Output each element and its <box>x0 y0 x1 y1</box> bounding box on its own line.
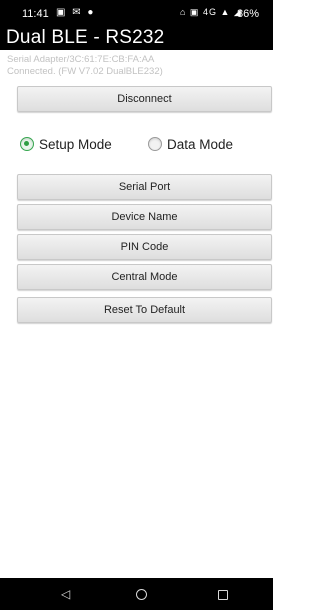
signal-icons: ⌂ ▣ 4G ▲ ◢ <box>180 7 242 17</box>
radio-checked-icon <box>20 137 34 151</box>
radio-unchecked-icon <box>148 137 162 151</box>
app-header: Dual BLE - RS232 <box>0 26 273 50</box>
setup-mode-label: Setup Mode <box>39 136 112 152</box>
battery-indicator: 86% <box>237 8 260 20</box>
pin-code-button[interactable]: PIN Code <box>17 234 272 260</box>
device-name-button[interactable]: Device Name <box>17 204 272 230</box>
mode-radio-group: Setup Mode Data Mode <box>0 132 273 156</box>
setup-mode-radio[interactable]: Setup Mode <box>20 132 112 156</box>
notification-icons: ▣ ✉ ● <box>56 7 96 18</box>
device-address: Serial Adapter/3C:61:7E:CB:FA:AA <box>7 54 155 65</box>
reset-to-default-button[interactable]: Reset To Default <box>17 297 272 323</box>
status-bar: 11:41 ▣ ✉ ● ⌂ ▣ 4G ▲ ◢ 86% <box>0 0 273 26</box>
status-time: 11:41 <box>22 8 49 20</box>
recent-apps-icon[interactable] <box>218 578 228 610</box>
serial-port-button[interactable]: Serial Port <box>17 174 272 200</box>
central-mode-button[interactable]: Central Mode <box>17 264 272 290</box>
connection-status: Connected. (FW V7.02 DualBLE232) <box>7 66 163 77</box>
page-title: Dual BLE - RS232 <box>6 27 165 48</box>
home-icon[interactable] <box>136 578 147 610</box>
data-mode-radio[interactable]: Data Mode <box>148 132 233 156</box>
data-mode-label: Data Mode <box>167 136 234 152</box>
back-icon[interactable]: ◁ <box>61 578 70 610</box>
disconnect-button[interactable]: Disconnect <box>17 86 272 112</box>
system-nav-bar: ◁ <box>0 578 273 610</box>
